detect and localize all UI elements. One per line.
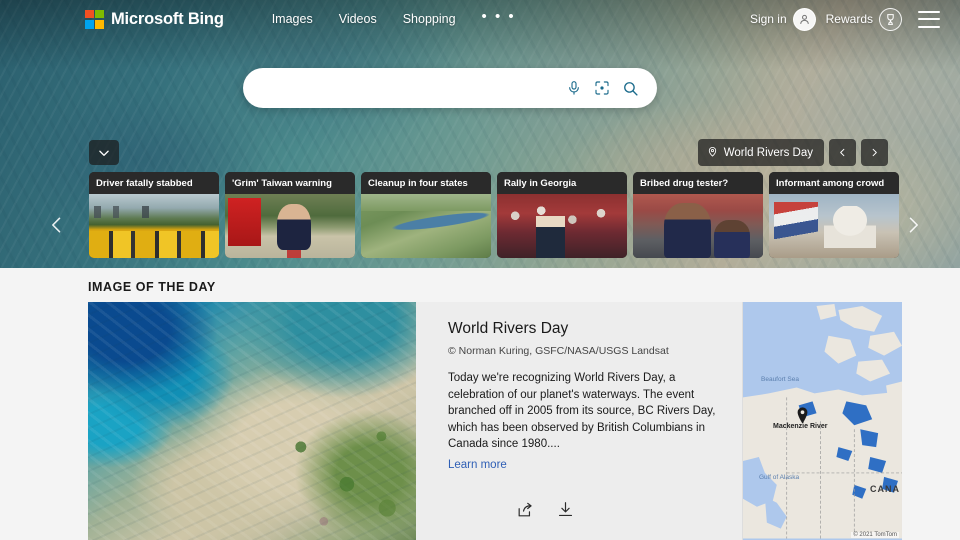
image-of-the-day-details: World Rivers Day © Norman Kuring, GSFC/N…	[416, 302, 742, 540]
microsoft-logo-icon	[85, 9, 104, 29]
bing-homepage: Microsoft Bing Images Videos Shopping • …	[0, 0, 960, 540]
news-card[interactable]: 'Grim' Taiwan warning	[225, 172, 355, 258]
person-avatar-icon	[792, 7, 816, 31]
nav-shopping[interactable]: Shopping	[403, 12, 456, 26]
article-title: World Rivers Day	[448, 320, 569, 337]
news-card-title: 'Grim' Taiwan warning	[225, 172, 355, 194]
chevron-right-icon[interactable]	[861, 139, 888, 166]
carousel-chevron-right-icon[interactable]	[900, 208, 926, 242]
learn-more-link[interactable]: Learn more	[448, 459, 507, 471]
section-heading: IMAGE OF THE DAY	[88, 280, 216, 294]
article-credit: © Norman Kuring, GSFC/NASA/USGS Landsat	[448, 345, 669, 357]
news-card[interactable]: Driver fatally stabbed	[89, 172, 219, 258]
search-bar	[243, 68, 657, 108]
trophy-medal-icon	[879, 7, 902, 31]
primary-nav: Images Videos Shopping • • •	[272, 9, 516, 27]
rewards-label: Rewards	[825, 12, 873, 26]
map-pin-icon	[796, 407, 809, 429]
day-badge[interactable]: World Rivers Day	[697, 139, 824, 166]
chevron-left-icon[interactable]	[829, 139, 856, 166]
news-card[interactable]: Bribed drug tester?	[633, 172, 763, 258]
day-badge-label: World Rivers Day	[723, 146, 813, 159]
download-icon[interactable]	[554, 498, 576, 520]
nav-images[interactable]: Images	[272, 12, 313, 26]
news-card-thumbnail	[361, 194, 491, 258]
location-map[interactable]: Beaufort Sea Gulf of Alaska CANA Mackenz…	[742, 302, 902, 540]
article-actions	[514, 498, 576, 520]
location-pin-icon	[707, 144, 718, 162]
news-card-thumbnail	[633, 194, 763, 258]
visual-search-camera-icon[interactable]	[594, 80, 610, 96]
search-input[interactable]	[243, 68, 566, 108]
image-of-the-day-card: World Rivers Day © Norman Kuring, GSFC/N…	[88, 302, 902, 540]
chevron-down-icon[interactable]	[89, 140, 119, 165]
rewards-button[interactable]: Rewards	[825, 7, 902, 31]
microphone-icon[interactable]	[566, 80, 582, 96]
hero-badge-row: World Rivers Day	[697, 139, 888, 166]
search-icon-group	[566, 80, 657, 97]
header-actions: Sign in Rewards	[749, 7, 940, 31]
news-card-thumbnail	[769, 194, 899, 258]
news-card-thumbnail	[89, 194, 219, 258]
news-card-title: Informant among crowd	[769, 172, 899, 194]
news-carousel[interactable]: Driver fatally stabbed 'Grim' Taiwan warn…	[89, 172, 901, 258]
sign-in-button[interactable]: Sign in	[749, 7, 816, 31]
image-of-the-day-section: IMAGE OF THE DAY World Rivers Day © Norm…	[0, 268, 960, 540]
news-card[interactable]: Informant among crowd	[769, 172, 899, 258]
news-card-title: Rally in Georgia	[497, 172, 627, 194]
news-card-thumbnail	[497, 194, 627, 258]
news-card-title: Driver fatally stabbed	[89, 172, 219, 194]
news-card[interactable]: Rally in Georgia	[497, 172, 627, 258]
nav-videos[interactable]: Videos	[339, 12, 377, 26]
map-graphic	[743, 302, 902, 539]
search-magnifier-icon[interactable]	[622, 80, 639, 97]
sign-in-label: Sign in	[749, 12, 787, 26]
hamburger-menu-icon[interactable]	[918, 10, 940, 28]
news-card-title: Bribed drug tester?	[633, 172, 763, 194]
news-card[interactable]: Cleanup in four states	[361, 172, 491, 258]
share-icon[interactable]	[514, 498, 536, 520]
map-attribution: © 2021 TomTom	[851, 532, 899, 538]
brand-title: Microsoft Bing	[111, 9, 224, 28]
bing-brand-link[interactable]: Microsoft Bing	[85, 9, 224, 29]
image-of-the-day-photo[interactable]	[88, 302, 416, 540]
news-card-title: Cleanup in four states	[361, 172, 491, 194]
article-body: Today we're recognizing World Rivers Day…	[448, 372, 716, 450]
site-header: Microsoft Bing Images Videos Shopping • …	[0, 0, 960, 38]
carousel-chevron-left-icon[interactable]	[44, 208, 70, 242]
nav-more-button[interactable]: • • •	[482, 9, 516, 26]
news-card-thumbnail	[225, 194, 355, 258]
